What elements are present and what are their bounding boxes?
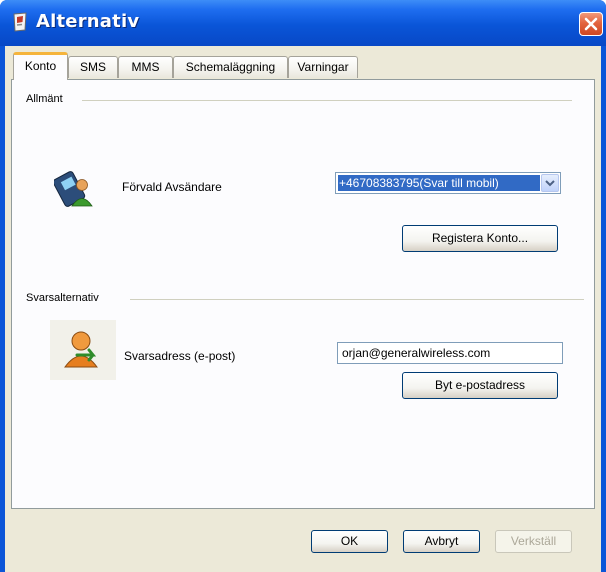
reply-email-input[interactable]: orjan@generalwireless.com (337, 342, 563, 364)
chevron-down-icon (545, 180, 555, 187)
default-sender-label: Förvald Avsändare (122, 180, 222, 194)
change-email-button[interactable]: Byt e-postadress (402, 372, 558, 399)
dialog-client-area: Konto SMS MMS Schemaläggning Varningar A… (5, 46, 601, 572)
default-sender-value: +46708383795(Svar till mobil) (338, 175, 540, 191)
app-icon (13, 12, 27, 32)
group-title-general: Allmänt (26, 93, 67, 105)
window-title: Alternativ (36, 11, 140, 32)
apply-button[interactable]: Verkställ (495, 530, 572, 553)
dropdown-button[interactable] (541, 174, 559, 192)
default-sender-select[interactable]: +46708383795(Svar till mobil) (335, 172, 561, 194)
group-title-reply: Svarsalternativ (26, 292, 103, 304)
tab-konto[interactable]: Konto (13, 52, 68, 80)
cancel-button[interactable]: Avbryt (403, 530, 480, 553)
reply-icon-tile (50, 320, 116, 380)
close-icon (584, 17, 598, 31)
options-dialog: Alternativ Konto SMS MMS Schemaläggning … (0, 0, 606, 572)
close-button[interactable] (579, 12, 603, 36)
ok-button[interactable]: OK (311, 530, 388, 553)
tab-sms[interactable]: SMS (68, 56, 118, 78)
group-divider-reply (130, 299, 584, 300)
reply-address-label: Svarsadress (e-post) (124, 349, 236, 363)
sender-phone-icon (54, 171, 93, 207)
reply-user-icon (64, 331, 98, 368)
tab-panel-konto: Allmänt Förvald Avsändare +46708383795(S… (11, 79, 595, 509)
title-bar[interactable]: Alternativ (0, 0, 606, 46)
tab-schemalaggning[interactable]: Schemaläggning (173, 56, 288, 78)
tab-varningar[interactable]: Varningar (288, 56, 358, 78)
group-divider-general (82, 100, 572, 101)
tab-mms[interactable]: MMS (118, 56, 173, 78)
register-account-button[interactable]: Registera Konto... (402, 225, 558, 252)
